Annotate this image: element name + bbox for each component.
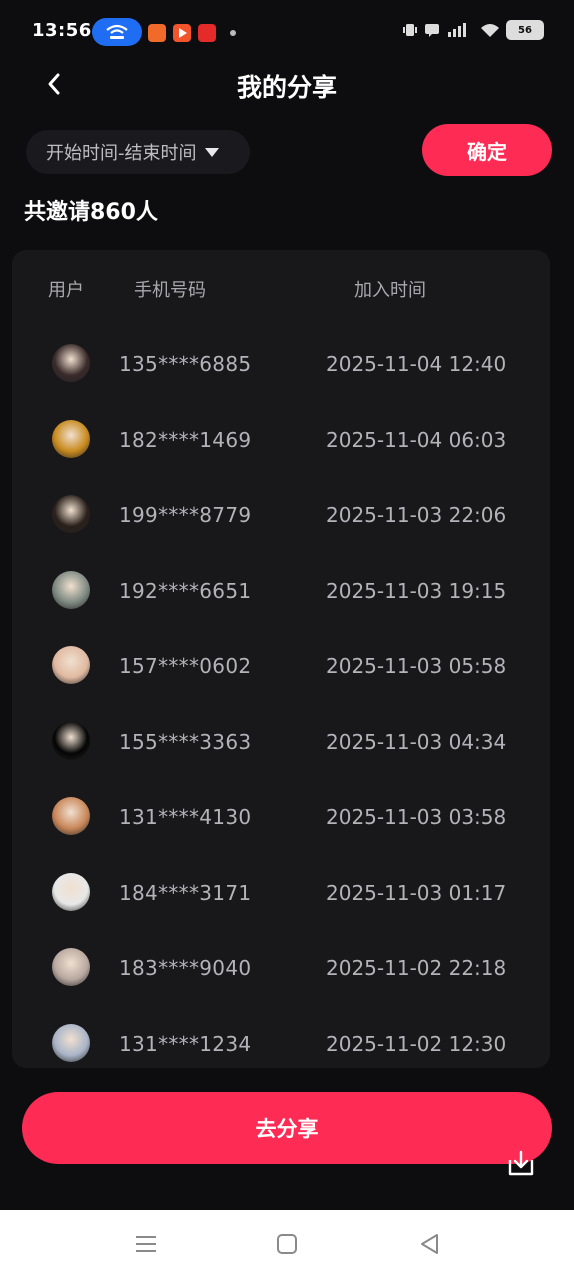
avatar — [52, 797, 90, 835]
menu-icon[interactable] — [135, 1234, 157, 1254]
avatar — [52, 419, 90, 458]
message-icon — [425, 24, 439, 37]
phone-number: 131****1234 — [119, 1031, 252, 1056]
table-row: 135****6885 2025-11-04 12:40 — [12, 326, 550, 402]
date-range-select[interactable]: 开始时间-结束时间 — [26, 130, 250, 174]
table-row: 131****4130 2025-11-03 03:58 — [12, 779, 550, 855]
join-time: 2025-11-02 22:18 — [326, 956, 507, 980]
more-notifications-dot — [230, 30, 236, 36]
phone-number: 182****1469 — [119, 427, 252, 452]
phone-number: 192****6651 — [119, 578, 252, 603]
status-time: 13:56 — [32, 20, 92, 41]
share-button[interactable]: 去分享 — [22, 1092, 552, 1164]
join-time: 2025-11-03 03:58 — [326, 805, 507, 829]
back-triangle-icon[interactable] — [418, 1232, 440, 1256]
invite-table: 用户 手机号码 加入时间 135****6885 2025-11-04 12:40… — [12, 250, 550, 1068]
join-time: 2025-11-03 05:58 — [326, 654, 507, 678]
system-navigation-bar — [0, 1210, 574, 1280]
join-time: 2025-11-03 01:17 — [326, 880, 507, 905]
table-row: 199****8779 2025-11-03 22:06 — [12, 477, 550, 553]
wifi-icon — [106, 24, 128, 39]
column-header-join-time: 加入时间 — [354, 280, 426, 301]
table-row: 192****6651 2025-11-03 19:15 — [12, 553, 550, 629]
table-row: 182****1469 2025-11-04 06:03 — [12, 402, 550, 478]
avatar — [52, 1023, 90, 1062]
join-time: 2025-11-04 12:40 — [326, 352, 507, 376]
page-header: 我的分享 — [0, 60, 574, 110]
avatar — [52, 570, 90, 609]
avatar — [52, 948, 90, 986]
page-title: 我的分享 — [236, 73, 337, 102]
phone-number: 131****4130 — [119, 805, 252, 829]
avatar — [52, 646, 90, 684]
join-time: 2025-11-03 04:34 — [326, 729, 507, 754]
phone-number: 183****9040 — [119, 956, 252, 980]
join-time: 2025-11-04 06:03 — [326, 427, 507, 452]
column-header-phone: 手机号码 — [134, 280, 206, 301]
video-app-icon — [173, 24, 191, 42]
news-app-icon — [198, 24, 216, 42]
status-indicators: 56 — [402, 20, 544, 40]
table-row: 131****1234 2025-11-02 12:30 — [12, 1006, 550, 1069]
invite-total: 共邀请860人 — [24, 200, 158, 225]
table-body: 135****6885 2025-11-04 12:40 182****1469 20… — [12, 326, 550, 1068]
home-icon[interactable] — [277, 1234, 297, 1254]
column-header-user: 用户 — [48, 280, 84, 301]
battery-indicator: 56 — [506, 20, 544, 40]
download-icon[interactable] — [506, 1148, 536, 1178]
table-header: 用户 手机号码 加入时间 — [12, 250, 550, 326]
table-row: 155****3363 2025-11-03 04:34 — [12, 704, 550, 780]
join-time: 2025-11-03 19:15 — [326, 578, 507, 603]
phone-number: 155****3363 — [119, 729, 252, 754]
phone-number: 199****8779 — [119, 503, 252, 527]
table-row: 157****0602 2025-11-03 05:58 — [12, 628, 550, 704]
avatar — [52, 495, 90, 533]
avatar — [52, 872, 90, 911]
phone-number: 135****6885 — [119, 352, 252, 376]
wifi-signal-icon — [481, 24, 499, 37]
vibrate-icon — [403, 24, 417, 36]
confirm-button[interactable]: 确定 — [422, 124, 552, 176]
avatar — [52, 721, 90, 760]
phone-number: 157****0602 — [119, 654, 252, 678]
table-row: 184****3171 2025-11-03 01:17 — [12, 855, 550, 931]
table-row: 183****9040 2025-11-02 22:18 — [12, 930, 550, 1006]
app-notification-icon — [148, 24, 166, 42]
date-range-label: 开始时间-结束时间 — [46, 143, 197, 164]
signal-icon — [448, 23, 466, 37]
join-time: 2025-11-03 22:06 — [326, 503, 507, 527]
phone-number: 184****3171 — [119, 880, 252, 905]
caret-down-icon — [204, 147, 219, 157]
avatar — [52, 344, 90, 382]
join-time: 2025-11-02 12:30 — [326, 1031, 507, 1056]
hotspot-pill — [92, 18, 142, 46]
status-bar: 13:56 56 — [0, 0, 574, 64]
